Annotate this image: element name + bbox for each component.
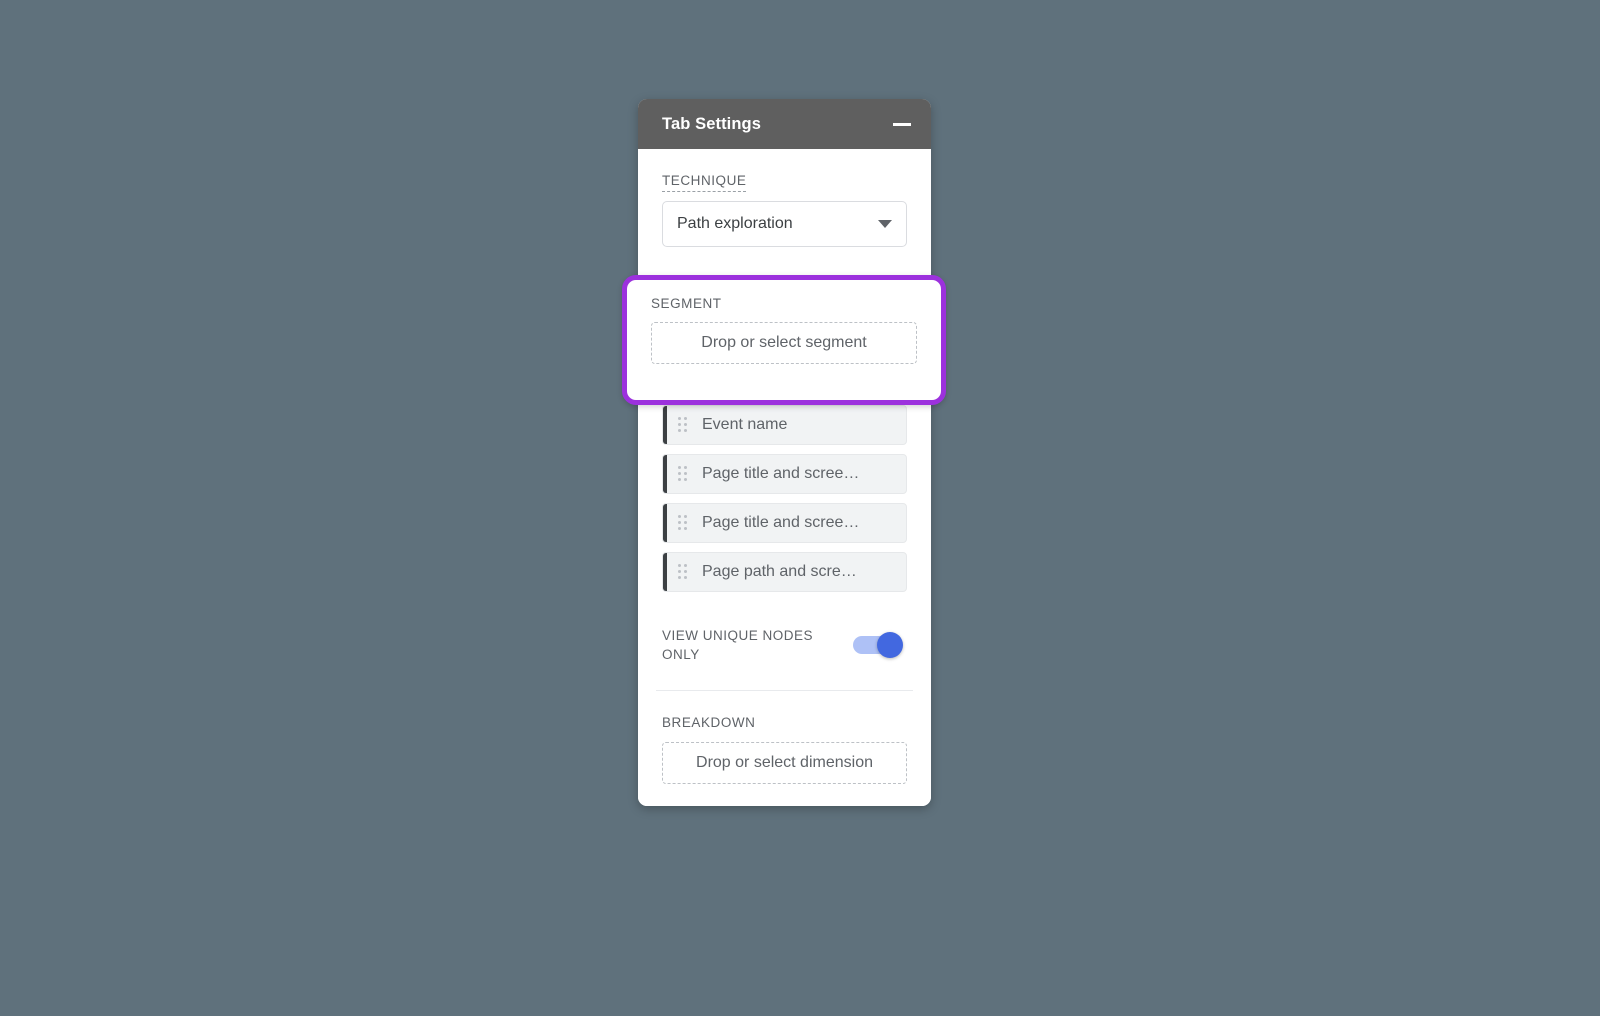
breakdown-section: BREAKDOWN Drop or select dimension bbox=[638, 691, 931, 785]
drag-handle-icon[interactable] bbox=[678, 564, 690, 580]
list-item[interactable]: Event name bbox=[662, 405, 907, 445]
technique-selected-value: Path exploration bbox=[677, 215, 793, 232]
breakdown-dropzone[interactable]: Drop or select dimension bbox=[662, 742, 907, 785]
drag-handle-icon[interactable] bbox=[678, 515, 690, 531]
view-unique-nodes-toggle[interactable] bbox=[853, 632, 907, 659]
chevron-down-icon bbox=[878, 220, 892, 228]
minimize-bar bbox=[893, 122, 911, 126]
node-type-list: Event name Page title and scree… Page ti… bbox=[662, 405, 907, 592]
segment-dropzone-highlighted[interactable]: Drop or select segment bbox=[651, 322, 917, 364]
node-item-label: Page path and scre… bbox=[702, 563, 857, 580]
segment-label-highlighted: SEGMENT bbox=[651, 296, 722, 311]
panel-title: Tab Settings bbox=[662, 114, 761, 133]
breakdown-label: BREAKDOWN bbox=[662, 715, 756, 731]
segment-highlight-content: SEGMENT Drop or select segment bbox=[627, 280, 941, 400]
minimize-icon[interactable] bbox=[889, 111, 915, 137]
technique-section: TECHNIQUE Path exploration bbox=[638, 149, 931, 247]
node-item-label: Page title and scree… bbox=[702, 465, 860, 482]
technique-select[interactable]: Path exploration bbox=[662, 201, 907, 247]
technique-label: TECHNIQUE bbox=[662, 149, 747, 192]
node-item-label: Event name bbox=[702, 416, 788, 433]
drag-handle-icon[interactable] bbox=[678, 417, 690, 433]
tab-settings-panel: Tab Settings TECHNIQUE Path exploration … bbox=[638, 99, 931, 807]
node-item-label: Page title and scree… bbox=[702, 514, 860, 531]
view-unique-nodes-label: VIEW UNIQUE NODES ONLY bbox=[662, 628, 814, 663]
view-unique-nodes-row: VIEW UNIQUE NODES ONLY bbox=[638, 592, 931, 690]
list-item[interactable]: Page title and scree… bbox=[662, 454, 907, 494]
list-item[interactable]: Page path and scre… bbox=[662, 552, 907, 592]
list-item[interactable]: Page title and scree… bbox=[662, 503, 907, 543]
panel-header: Tab Settings bbox=[638, 99, 931, 149]
toggle-thumb bbox=[877, 632, 903, 659]
panel-body: TECHNIQUE Path exploration SEGMENT Drop … bbox=[638, 149, 931, 807]
drag-handle-icon[interactable] bbox=[678, 466, 690, 482]
segment-highlight-overlay: SEGMENT Drop or select segment bbox=[622, 275, 946, 405]
